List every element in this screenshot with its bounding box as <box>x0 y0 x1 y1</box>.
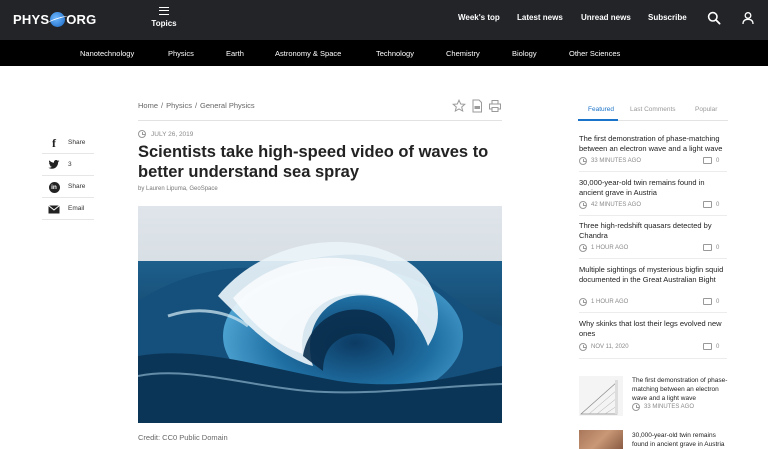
story-title[interactable]: Multiple sightings of mysterious bigfin … <box>579 265 729 285</box>
category-biology[interactable]: Biology <box>512 49 537 58</box>
nav-subscribe[interactable]: Subscribe <box>648 13 687 22</box>
facebook-icon: f <box>52 135 56 150</box>
category-chemistry[interactable]: Chemistry <box>446 49 480 58</box>
breadcrumb-general-physics[interactable]: General Physics <box>200 101 255 110</box>
story-title[interactable]: Three high-redshift quasars detected by … <box>579 221 729 241</box>
article-date: JULY 26, 2019 <box>138 130 193 138</box>
breadcrumb: Home / Physics / General Physics <box>138 101 255 110</box>
logo-text-phys: PHYS <box>13 11 50 27</box>
email-icon <box>48 203 60 215</box>
topics-menu-button[interactable]: Topics <box>150 7 178 28</box>
share-facebook-button[interactable]: f Share <box>42 132 94 154</box>
story-divider <box>579 258 727 259</box>
nav-latest-news[interactable]: Latest news <box>517 13 563 22</box>
category-other-sciences[interactable]: Other Sciences <box>569 49 620 58</box>
story-title[interactable]: The first demonstration of phase-matchin… <box>579 134 729 154</box>
sidebar-story[interactable]: 30,000-year-old twin remains found in an… <box>579 178 729 209</box>
share-twitter-count: 3 <box>68 161 72 168</box>
tab-popular[interactable]: Popular <box>695 106 717 113</box>
category-nanotechnology[interactable]: Nanotechnology <box>80 49 134 58</box>
search-icon[interactable] <box>707 11 721 25</box>
nav-weeks-top[interactable]: Week's top <box>458 13 500 22</box>
clock-icon <box>579 201 587 209</box>
tab-featured[interactable]: Featured <box>588 106 614 113</box>
comment-icon <box>703 298 712 305</box>
clock-icon <box>138 130 146 138</box>
category-astronomy-space[interactable]: Astronomy & Space <box>275 49 341 58</box>
bookmark-star-icon[interactable] <box>451 98 467 113</box>
story-time: 42 MINUTES AGO <box>591 202 642 208</box>
image-credit: Credit: CC0 Public Domain <box>138 433 228 442</box>
breadcrumb-home[interactable]: Home <box>138 101 158 110</box>
twitter-icon <box>48 159 60 171</box>
sidebar-tabs: Featured Last Comments Popular <box>578 103 728 121</box>
article-byline: by Lauren Lipuma, GeoSpace <box>138 186 218 192</box>
story-divider <box>579 171 727 172</box>
comment-icon <box>703 201 712 208</box>
globe-icon <box>50 11 66 27</box>
linkedin-icon: in <box>48 181 60 193</box>
story-divider <box>579 358 727 359</box>
header-divider <box>138 120 502 121</box>
sidebar-story[interactable]: Three high-redshift quasars detected by … <box>579 221 729 252</box>
story-time: NOV 11, 2020 <box>591 344 629 350</box>
thumb-story-title[interactable]: The first demonstration of phase-matchin… <box>632 376 732 403</box>
clock-icon <box>579 343 587 351</box>
share-email-label: Email <box>68 205 85 212</box>
comment-icon <box>703 157 712 164</box>
article-hero-image <box>138 206 502 423</box>
story-comments: 0 <box>716 298 720 305</box>
article-title: Scientists take high-speed video of wave… <box>138 143 489 181</box>
story-title[interactable]: Why skinks that lost their legs evolved … <box>579 319 729 339</box>
thumb-story-title[interactable]: 30,000-year-old twin remains found in an… <box>632 431 732 449</box>
nav-unread-news[interactable]: Unread news <box>581 13 631 22</box>
clock-icon <box>632 403 640 411</box>
tab-last-comments[interactable]: Last Comments <box>630 106 676 113</box>
story-thumbnail[interactable] <box>579 376 623 416</box>
top-bar: PHYS ORG Topics Week's top Latest news U… <box>0 0 768 40</box>
logo-text-org: ORG <box>66 11 97 27</box>
story-thumbnail[interactable] <box>579 430 623 449</box>
sidebar-story[interactable]: The first demonstration of phase-matchin… <box>579 134 729 165</box>
category-earth[interactable]: Earth <box>226 49 244 58</box>
topics-label: Topics <box>151 19 177 28</box>
site-logo[interactable]: PHYS ORG <box>13 11 96 27</box>
category-nav: Nanotechnology Physics Earth Astronomy &… <box>0 40 768 66</box>
pdf-icon[interactable] <box>470 99 484 113</box>
comment-icon <box>703 343 712 350</box>
story-title[interactable]: 30,000-year-old twin remains found in an… <box>579 178 729 198</box>
hamburger-icon <box>159 7 169 15</box>
active-tab-indicator <box>578 119 618 121</box>
user-account-icon[interactable] <box>741 11 755 25</box>
share-linkedin-button[interactable]: in Share <box>42 176 94 198</box>
thumb-story-time: 33 MINUTES AGO <box>644 404 695 410</box>
sidebar-story[interactable]: Why skinks that lost their legs evolved … <box>579 319 729 351</box>
story-divider <box>579 215 727 216</box>
clock-icon <box>579 244 587 252</box>
story-comments: 0 <box>716 201 720 208</box>
share-email-button[interactable]: Email <box>42 198 94 220</box>
story-comments: 0 <box>716 157 720 164</box>
category-technology[interactable]: Technology <box>376 49 414 58</box>
story-comments: 0 <box>716 343 720 350</box>
story-comments: 0 <box>716 244 720 251</box>
share-linkedin-label: Share <box>68 183 86 190</box>
breadcrumb-physics[interactable]: Physics <box>166 101 192 110</box>
clock-icon <box>579 157 587 165</box>
story-time: 1 HOUR AGO <box>591 299 629 305</box>
print-icon[interactable] <box>488 99 502 113</box>
category-physics[interactable]: Physics <box>168 49 194 58</box>
sidebar-story[interactable]: Multiple sightings of mysterious bigfin … <box>579 265 729 306</box>
story-time: 33 MINUTES AGO <box>591 158 642 164</box>
article-date-text: JULY 26, 2019 <box>151 130 194 138</box>
clock-icon <box>579 298 587 306</box>
story-divider <box>579 312 727 313</box>
comment-icon <box>703 244 712 251</box>
story-time: 1 HOUR AGO <box>591 245 629 251</box>
share-twitter-button[interactable]: 3 <box>42 154 94 176</box>
share-facebook-label: Share <box>68 139 86 146</box>
